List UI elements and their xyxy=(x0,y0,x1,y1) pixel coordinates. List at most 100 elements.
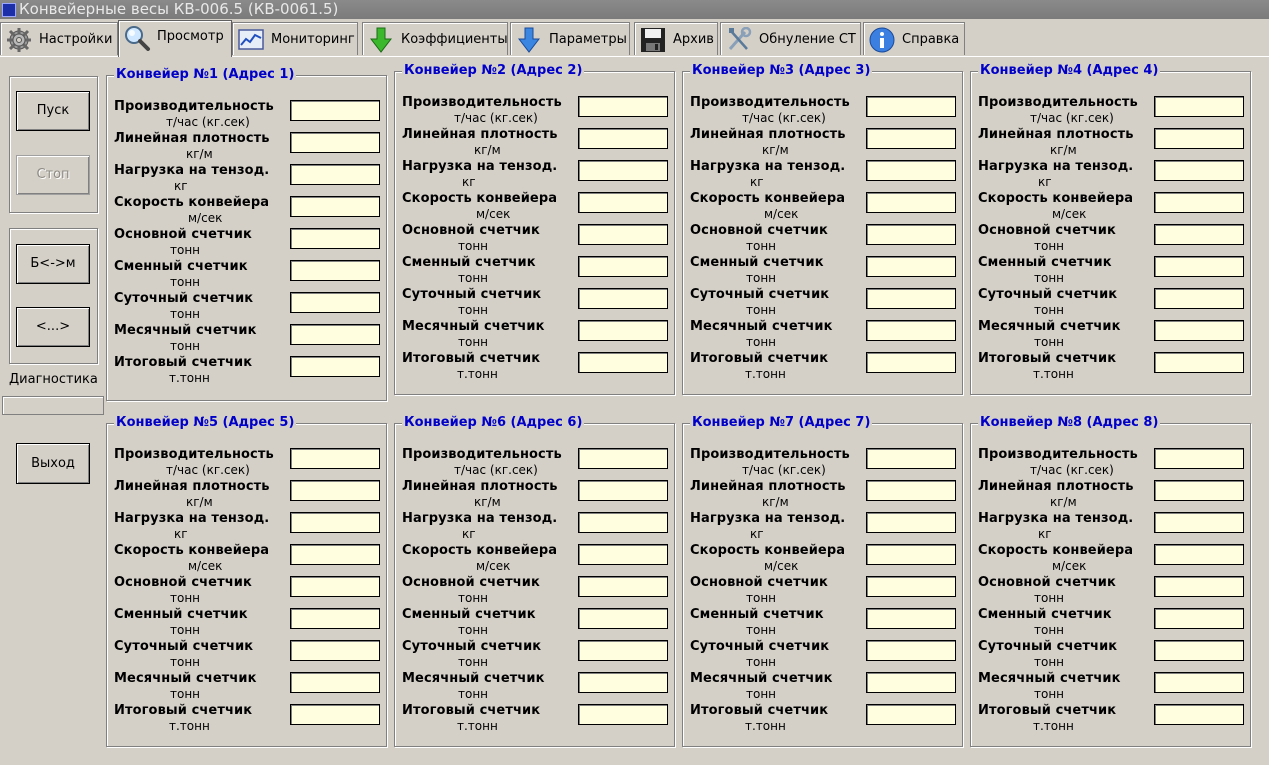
swap-mode-button[interactable]: Б<->м xyxy=(16,244,90,284)
measurement-row: Производительность т/час (кг.сек) xyxy=(683,447,962,479)
measurement-value-field[interactable] xyxy=(866,256,956,277)
measurement-value-field[interactable] xyxy=(578,128,668,149)
tab-coefficients[interactable]: Коэффициенты xyxy=(362,22,508,55)
measurement-value-field[interactable] xyxy=(1154,640,1244,661)
tab-monitoring[interactable]: Мониторинг xyxy=(232,22,358,55)
measurement-value-field[interactable] xyxy=(578,96,668,117)
measurement-value-field[interactable] xyxy=(866,640,956,661)
measurement-value-field[interactable] xyxy=(578,288,668,309)
measurement-value-field[interactable] xyxy=(866,576,956,597)
measurement-value-field[interactable] xyxy=(290,608,380,629)
measurement-value-field[interactable] xyxy=(1154,480,1244,501)
measurement-value-field[interactable] xyxy=(290,292,380,313)
measurement-value-field[interactable] xyxy=(1154,192,1244,213)
measurement-value-field[interactable] xyxy=(866,128,956,149)
measurement-value-field[interactable] xyxy=(1154,704,1244,725)
measurement-value-field[interactable] xyxy=(290,576,380,597)
measurement-value-field[interactable] xyxy=(578,608,668,629)
tab-archive[interactable]: Архив xyxy=(634,22,718,55)
measurement-value-field[interactable] xyxy=(866,544,956,565)
measurement-value-field[interactable] xyxy=(578,160,668,181)
navigate-button[interactable]: <...> xyxy=(16,307,90,347)
measurement-value-field[interactable] xyxy=(290,132,380,153)
measurement-value-field[interactable] xyxy=(578,672,668,693)
exit-button[interactable]: Выход xyxy=(16,443,90,484)
measurement-value-field[interactable] xyxy=(866,448,956,469)
measurement-label: Основной счетчик xyxy=(402,223,540,238)
measurement-value-field[interactable] xyxy=(1154,320,1244,341)
measurement-label: Линейная плотность xyxy=(690,479,846,494)
measurement-value-field[interactable] xyxy=(290,640,380,661)
measurement-label: Производительность xyxy=(690,447,850,462)
measurement-value-field[interactable] xyxy=(578,352,668,373)
measurement-row: Месячный счетчик тонн xyxy=(971,671,1250,703)
measurement-value-field[interactable] xyxy=(1154,672,1244,693)
tab-reset-st[interactable]: Обнуление СТ xyxy=(720,22,861,55)
measurement-value-field[interactable] xyxy=(866,320,956,341)
measurement-unit: т.тонн xyxy=(169,371,210,385)
conveyor-panel-3: Конвейер №3 (Адрес 3) Производительность т… xyxy=(682,63,963,395)
measurement-value-field[interactable] xyxy=(1154,544,1244,565)
measurement-value-field[interactable] xyxy=(866,704,956,725)
measurement-unit: т.тонн xyxy=(1033,367,1074,381)
measurement-value-field[interactable] xyxy=(290,324,380,345)
measurement-value-field[interactable] xyxy=(290,448,380,469)
measurement-value-field[interactable] xyxy=(290,544,380,565)
measurement-value-field[interactable] xyxy=(1154,608,1244,629)
measurement-value-field[interactable] xyxy=(290,704,380,725)
measurement-value-field[interactable] xyxy=(866,288,956,309)
measurement-value-field[interactable] xyxy=(290,228,380,249)
tab-view[interactable]: Просмотр xyxy=(118,20,232,57)
measurement-value-field[interactable] xyxy=(578,256,668,277)
measurement-value-field[interactable] xyxy=(866,672,956,693)
measurement-value-field[interactable] xyxy=(578,512,668,533)
measurement-value-field[interactable] xyxy=(866,96,956,117)
stop-button[interactable]: Стоп xyxy=(16,155,90,195)
measurement-value-field[interactable] xyxy=(1154,352,1244,373)
measurement-value-field[interactable] xyxy=(1154,96,1244,117)
measurement-value-field[interactable] xyxy=(578,576,668,597)
measurement-value-field[interactable] xyxy=(578,192,668,213)
measurement-row: Нагрузка на тензод. кг xyxy=(971,511,1250,543)
measurement-value-field[interactable] xyxy=(1154,224,1244,245)
measurement-value-field[interactable] xyxy=(290,100,380,121)
tab-settings[interactable]: Настройки xyxy=(0,22,118,55)
measurement-unit: тонн xyxy=(1034,303,1065,317)
measurement-value-field[interactable] xyxy=(578,224,668,245)
start-button[interactable]: Пуск xyxy=(16,91,90,131)
measurement-value-field[interactable] xyxy=(578,320,668,341)
measurement-value-field[interactable] xyxy=(866,224,956,245)
measurement-value-field[interactable] xyxy=(578,640,668,661)
measurement-label: Скорость конвейера xyxy=(114,195,270,210)
tab-parameters[interactable]: Параметры xyxy=(510,22,630,55)
measurement-value-field[interactable] xyxy=(290,164,380,185)
measurement-value-field[interactable] xyxy=(578,704,668,725)
measurement-value-field[interactable] xyxy=(290,512,380,533)
measurement-value-field[interactable] xyxy=(290,260,380,281)
measurement-value-field[interactable] xyxy=(290,196,380,217)
measurement-value-field[interactable] xyxy=(578,480,668,501)
measurement-value-field[interactable] xyxy=(866,512,956,533)
measurement-value-field[interactable] xyxy=(1154,128,1244,149)
measurement-label: Производительность xyxy=(402,95,562,110)
measurement-value-field[interactable] xyxy=(1154,160,1244,181)
measurement-value-field[interactable] xyxy=(1154,512,1244,533)
measurement-value-field[interactable] xyxy=(866,192,956,213)
measurement-value-field[interactable] xyxy=(290,356,380,377)
measurement-row: Основной счетчик тонн xyxy=(395,223,674,255)
measurement-value-field[interactable] xyxy=(866,352,956,373)
measurement-value-field[interactable] xyxy=(866,480,956,501)
measurement-value-field[interactable] xyxy=(290,672,380,693)
measurement-value-field[interactable] xyxy=(1154,448,1244,469)
measurement-row: Основной счетчик тонн xyxy=(683,575,962,607)
measurement-value-field[interactable] xyxy=(578,448,668,469)
measurement-value-field[interactable] xyxy=(1154,256,1244,277)
measurement-unit: м/сек xyxy=(476,559,511,573)
tab-help[interactable]: Справка xyxy=(863,22,965,55)
measurement-value-field[interactable] xyxy=(1154,576,1244,597)
measurement-value-field[interactable] xyxy=(1154,288,1244,309)
measurement-value-field[interactable] xyxy=(290,480,380,501)
measurement-value-field[interactable] xyxy=(866,608,956,629)
measurement-value-field[interactable] xyxy=(578,544,668,565)
measurement-value-field[interactable] xyxy=(866,160,956,181)
